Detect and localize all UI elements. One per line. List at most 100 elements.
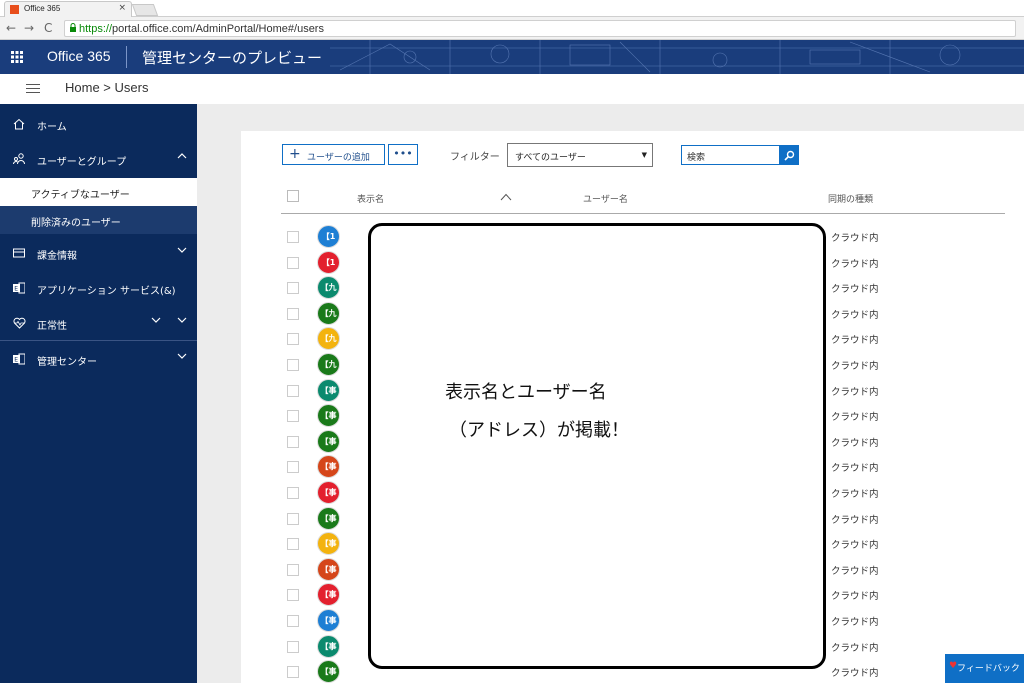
browser-tab[interactable]: Office 365 × (4, 1, 132, 17)
more-actions-button[interactable]: ••• (388, 144, 418, 165)
sidebar-item-home[interactable]: ホーム (0, 107, 197, 141)
forward-arrow-icon[interactable]: → (24, 21, 34, 35)
sidebar-item-health[interactable]: 正常性 (0, 306, 197, 340)
add-user-button[interactable]: + ユーザーの追加 (282, 144, 385, 165)
avatar: 【事 (317, 635, 340, 658)
sync-type-cell: クラウド内 (831, 566, 879, 577)
row-checkbox[interactable] (287, 461, 299, 473)
brand-title[interactable]: Office 365 (47, 48, 111, 64)
row-checkbox[interactable] (287, 282, 299, 294)
sync-type-cell: クラウド内 (831, 668, 879, 679)
avatar: 【事 (317, 609, 340, 632)
breadcrumb-bar: Home > Users (0, 74, 1024, 104)
sidebar-item-app-services[interactable]: E アプリケーション サービス(&) (0, 271, 197, 305)
row-checkbox[interactable] (287, 333, 299, 345)
add-user-label: ユーザーの追加 (307, 153, 370, 163)
header-separator (126, 46, 127, 68)
sidebar-subitem-active-users[interactable]: アクティブなユーザー (0, 178, 197, 206)
app-title: 管理センターのプレビュー (142, 49, 323, 67)
breadcrumb: Home > Users (65, 80, 149, 95)
sidebar-item-admin-centers[interactable]: E 管理センター (0, 342, 197, 376)
row-checkbox[interactable] (287, 231, 299, 243)
sort-ascending-icon[interactable] (500, 193, 512, 201)
sidebar: ホーム ユーザーとグループ アクティブなユーザー 削除済みのユーザー 課金情報 … (0, 104, 197, 683)
app-launcher-waffle-icon[interactable] (0, 40, 34, 74)
new-tab-button[interactable] (131, 4, 159, 16)
row-checkbox[interactable] (287, 641, 299, 653)
sync-type-cell: クラウド内 (831, 310, 879, 321)
search-button[interactable] (780, 145, 799, 165)
sync-type-cell: クラウド内 (831, 412, 879, 423)
chevron-down-icon[interactable] (151, 315, 161, 325)
url-field[interactable]: https://portal.office.com/AdminPortal/Ho… (64, 20, 1016, 37)
url-path: portal.office.com/AdminPortal/Home#/user… (112, 23, 324, 35)
feedback-button[interactable]: ♥ フィードバック (945, 654, 1024, 683)
sync-type-cell: クラウド内 (831, 643, 879, 654)
column-header-display-name[interactable]: 表示名 (357, 192, 384, 205)
back-arrow-icon[interactable]: ← (6, 21, 16, 35)
row-checkbox[interactable] (287, 666, 299, 678)
sync-type-cell: クラウド内 (831, 233, 879, 244)
sidebar-subitem-deleted-users[interactable]: 削除済みのユーザー (0, 206, 197, 234)
health-icon (12, 316, 26, 330)
chevron-up-icon[interactable] (177, 151, 187, 161)
avatar: 【事 (317, 558, 340, 581)
row-checkbox[interactable] (287, 589, 299, 601)
address-bar-row: ← → C https://portal.office.com/AdminPor… (0, 17, 1024, 40)
billing-icon (12, 246, 26, 260)
sync-type-cell: クラウド内 (831, 438, 879, 449)
svg-text:E: E (14, 286, 18, 293)
svg-text:E: E (14, 357, 18, 364)
row-checkbox[interactable] (287, 615, 299, 627)
row-checkbox[interactable] (287, 257, 299, 269)
row-checkbox[interactable] (287, 513, 299, 525)
sidebar-item-label: 課金情報 (37, 251, 77, 262)
avatar: 【事 (317, 455, 340, 478)
row-checkbox[interactable] (287, 308, 299, 320)
sidebar-item-label: ホーム (37, 122, 67, 133)
row-checkbox[interactable] (287, 538, 299, 550)
exchange-icon: E (12, 281, 26, 295)
sidebar-item-label: ユーザーとグループ (37, 157, 127, 168)
avatar: 【事 (317, 404, 340, 427)
row-checkbox[interactable] (287, 385, 299, 397)
column-header-username[interactable]: ユーザー名 (583, 192, 628, 205)
search-placeholder: 検索 (687, 153, 706, 163)
sync-type-cell: クラウド内 (831, 387, 879, 398)
row-checkbox[interactable] (287, 410, 299, 422)
sync-type-cell: クラウド内 (831, 515, 879, 526)
chevron-down-icon[interactable] (177, 315, 187, 325)
blueprint-background (330, 40, 1024, 74)
avatar: 【事 (317, 660, 340, 683)
admin-center-icon: E (12, 352, 26, 366)
sidebar-divider (0, 340, 197, 341)
reload-icon[interactable]: C (44, 21, 52, 35)
column-header-sync-type[interactable]: 同期の種類 (828, 192, 873, 205)
select-all-checkbox[interactable] (287, 190, 299, 202)
sync-type-cell: クラウド内 (831, 335, 879, 346)
sidebar-item-users-groups[interactable]: ユーザーとグループ (0, 142, 197, 176)
browser-tab-bar: Office 365 × (0, 0, 1024, 17)
row-checkbox[interactable] (287, 436, 299, 448)
row-checkbox[interactable] (287, 487, 299, 499)
sidebar-subitem-label: アクティブなユーザー (31, 190, 130, 201)
heart-icon: ♥ (949, 661, 958, 671)
tab-close-icon[interactable]: × (118, 3, 126, 13)
sidebar-item-billing[interactable]: 課金情報 (0, 236, 197, 270)
avatar: 【事 (317, 379, 340, 402)
sync-type-cell: クラウド内 (831, 259, 879, 270)
filter-select[interactable]: すべてのユーザー ▼ (507, 143, 653, 167)
row-checkbox[interactable] (287, 564, 299, 576)
avatar: 【九 (317, 302, 340, 325)
plus-icon: + (289, 146, 301, 162)
header-divider (281, 213, 1005, 214)
search-input[interactable]: 検索 (681, 145, 780, 165)
hamburger-menu-icon[interactable] (26, 84, 40, 94)
chevron-down-icon[interactable] (177, 351, 187, 361)
chevron-down-icon[interactable] (177, 245, 187, 255)
row-checkbox[interactable] (287, 359, 299, 371)
sidebar-item-label: 正常性 (37, 321, 67, 332)
home-icon (12, 117, 26, 131)
feedback-label: フィードバック (957, 664, 1020, 674)
sync-type-cell: クラウド内 (831, 361, 879, 372)
